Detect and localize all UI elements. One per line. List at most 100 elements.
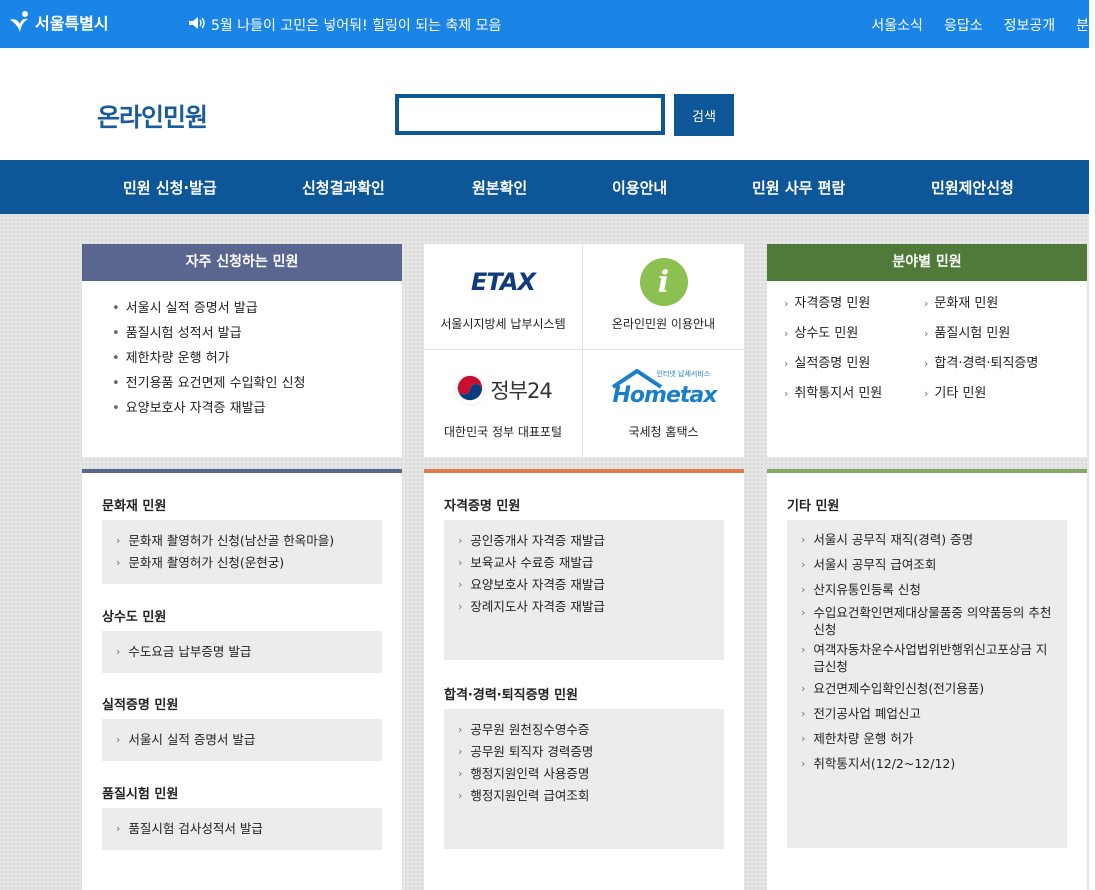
chevron-right-icon: › [924,357,929,370]
search-input[interactable] [395,94,665,135]
list-item[interactable]: › 행정지원인력 급여조회 [458,785,714,807]
nav-result-check[interactable]: 신청결과확인 [302,177,385,198]
section-item-link[interactable]: 서울시 공무직 급여조회 [813,554,936,576]
section-item-link[interactable]: 제한차량 운행 허가 [813,728,913,750]
list-item[interactable]: › 제한차량 운행 허가 [801,728,1057,750]
nav-proposal[interactable]: 민원제안신청 [931,177,1014,198]
section-item-link[interactable]: 행정지원인력 급여조회 [470,785,589,807]
section-item-link[interactable]: 공무원 퇴직자 경력증명 [470,741,593,763]
list-item[interactable]: › 자격증명 민원 [784,295,924,313]
section-item-link[interactable]: 취학통지서(12/2~12/12) [813,753,955,775]
section-item-link[interactable]: 요건면제수입확인신청(전기용품) [813,678,984,700]
section-item-link[interactable]: 문화재 촬영허가 신청(운현궁) [128,552,284,574]
field-item-link[interactable]: 품질시험 민원 [934,325,1010,343]
field-item-link[interactable]: 문화재 민원 [934,295,998,313]
nav-usage-guide[interactable]: 이용안내 [612,177,667,198]
list-item[interactable]: › 상수도 민원 [784,325,924,343]
section-item-link[interactable]: 수입요건확인면제대상물품중 의약품등의 추천신청 [813,604,1057,638]
section-item-link[interactable]: 산지유통인등록 신청 [813,579,920,601]
list-item[interactable]: › 산지유통인등록 신청 [801,579,1057,601]
shortcut-guide[interactable]: i 온라인민원 이용안내 [583,244,744,350]
section-item-link[interactable]: 수도요금 납부증명 발급 [128,641,251,663]
list-item[interactable]: › 공무원 퇴직자 경력증명 [458,741,714,763]
list-item[interactable]: › 공무원 원천징수영수증 [458,719,714,741]
list-item[interactable]: › 서울시 실적 증명서 발급 [116,729,372,751]
list-item[interactable]: • 전기용품 요건면제 수입확인 신청 [112,375,402,392]
chevron-right-icon: › [784,297,789,310]
list-item[interactable]: • 품질시험 성적서 발급 [112,325,402,342]
top-link-eungdapso[interactable]: 응답소 [944,15,983,35]
right-column-panel: 기타 민원 › 서울시 공무직 재직(경력) 증명 › 서울시 공무직 급여조회 ›… [767,469,1087,890]
search-button[interactable]: 검색 [674,94,734,136]
section-item-link[interactable]: 행정지원인력 사용증명 [470,763,589,785]
list-item[interactable]: • 요양보호사 자격증 재발급 [112,400,402,417]
list-item[interactable]: › 전기공사업 폐업신고 [801,703,1057,725]
list-item[interactable]: › 수도요금 납부증명 발급 [116,641,372,663]
list-item[interactable]: › 문화재 촬영허가 신청(운현궁) [116,552,372,574]
list-item[interactable]: • 제한차량 운행 허가 [112,350,402,367]
top-link-truncated[interactable]: 분 [1076,15,1089,35]
list-item[interactable]: › 요양보호사 자격증 재발급 [458,574,714,596]
field-item-link[interactable]: 상수도 민원 [794,325,858,343]
list-item[interactable]: › 장례지도사 자격증 재발급 [458,596,714,618]
section-item-link[interactable]: 공인중개사 자격증 재발급 [470,530,604,552]
list-item[interactable]: › 품질시험 검사성적서 발급 [116,818,372,840]
section-item-link[interactable]: 전기공사업 폐업신고 [813,703,920,725]
section-item-link[interactable]: 여객자동차운수사업법위반행위신고포상금 지급신청 [813,641,1057,675]
list-item[interactable]: › 품질시험 민원 [924,325,1074,343]
nav-handbook[interactable]: 민원 사무 편람 [752,177,845,198]
section-item-link[interactable]: 서울시 공무직 재직(경력) 증명 [813,529,973,551]
list-item[interactable]: › 보육교사 수료증 재발급 [458,552,714,574]
list-item[interactable]: › 합격·경력·퇴직증명 [924,355,1074,373]
bullet-icon: • [112,301,120,316]
list-item[interactable]: › 실적증명 민원 [784,355,924,373]
notice-link[interactable]: 5월 나들이 고민은 넣어둬! 힐링이 되는 축제 모음 [188,15,501,35]
nav-original-check[interactable]: 원본확인 [472,177,527,198]
list-item[interactable]: › 서울시 공무직 재직(경력) 증명 [801,529,1057,551]
list-item[interactable]: › 수입요건확인면제대상물품중 의약품등의 추천신청 [801,604,1057,638]
field-item-link[interactable]: 실적증명 민원 [794,355,870,373]
seoul-logo[interactable]: 서울특별시 [8,10,109,34]
section-list: › 서울시 공무직 재직(경력) 증명 › 서울시 공무직 급여조회 › 산지유통인등… [787,520,1067,848]
list-item[interactable]: › 취학통지서 민원 [784,385,924,403]
section-item-link[interactable]: 품질시험 검사성적서 발급 [128,818,262,840]
field-item-link[interactable]: 기타 민원 [934,385,986,403]
section-item-link[interactable]: 보육교사 수료증 재발급 [470,552,593,574]
list-item[interactable]: › 취학통지서(12/2~12/12) [801,753,1057,775]
list-item[interactable]: › 행정지원인력 사용증명 [458,763,714,785]
frequent-item-link[interactable]: 제한차량 운행 허가 [126,350,230,367]
nav-apply-issue[interactable]: 민원 신청·발급 [123,177,217,198]
list-item[interactable]: › 요건면제수입확인신청(전기용품) [801,678,1057,700]
section-water: 상수도 민원 › 수도요금 납부증명 발급 [102,606,382,673]
list-item[interactable]: › 문화재 민원 [924,295,1074,313]
frequent-item-link[interactable]: 요양보호사 자격증 재발급 [126,400,266,417]
list-item[interactable]: › 문화재 촬영허가 신청(남산골 한옥마을) [116,530,372,552]
list-item[interactable]: › 서울시 공무직 급여조회 [801,554,1057,576]
section-item-link[interactable]: 공무원 원천징수영수증 [470,719,589,741]
section-list: › 공무원 원천징수영수증 › 공무원 퇴직자 경력증명 › 행정지원인력 사용증명 … [444,709,724,849]
list-item[interactable]: • 서울시 실적 증명서 발급 [112,300,402,317]
page-title[interactable]: 온라인민원 [97,98,208,134]
field-item-link[interactable]: 취학통지서 민원 [794,385,882,403]
frequent-item-link[interactable]: 전기용품 요건면제 수입확인 신청 [126,375,306,392]
chevron-right-icon: › [458,767,463,780]
section-item-link[interactable]: 문화재 촬영허가 신청(남산골 한옥마을) [128,530,334,552]
field-item-link[interactable]: 합격·경력·퇴직증명 [934,355,1038,373]
top-link-news[interactable]: 서울소식 [871,15,923,35]
shortcut-etax[interactable]: ETAX 서울시지방세 납부시스템 [424,244,583,350]
section-title: 품질시험 민원 [102,787,179,802]
list-item[interactable]: › 여객자동차운수사업법위반행위신고포상금 지급신청 [801,641,1057,675]
list-item[interactable]: › 공인중개사 자격증 재발급 [458,530,714,552]
frequent-item-link[interactable]: 서울시 실적 증명서 발급 [126,300,258,317]
chevron-right-icon: › [801,643,806,656]
section-item-link[interactable]: 서울시 실적 증명서 발급 [128,729,255,751]
shortcut-hometax[interactable]: 인터넷 납세서비스 Hometax 국세청 홈택스 [583,350,744,457]
section-item-link[interactable]: 장례지도사 자격증 재발급 [470,596,604,618]
shortcut-gov24[interactable]: 정부24 대한민국 정부 대표포털 [424,350,583,457]
chevron-right-icon: › [801,606,806,619]
field-item-link[interactable]: 자격증명 민원 [794,295,870,313]
section-item-link[interactable]: 요양보호사 자격증 재발급 [470,574,604,596]
top-link-info-disclosure[interactable]: 정보공개 [1004,15,1056,35]
frequent-item-link[interactable]: 품질시험 성적서 발급 [126,325,242,342]
list-item[interactable]: › 기타 민원 [924,385,1074,403]
